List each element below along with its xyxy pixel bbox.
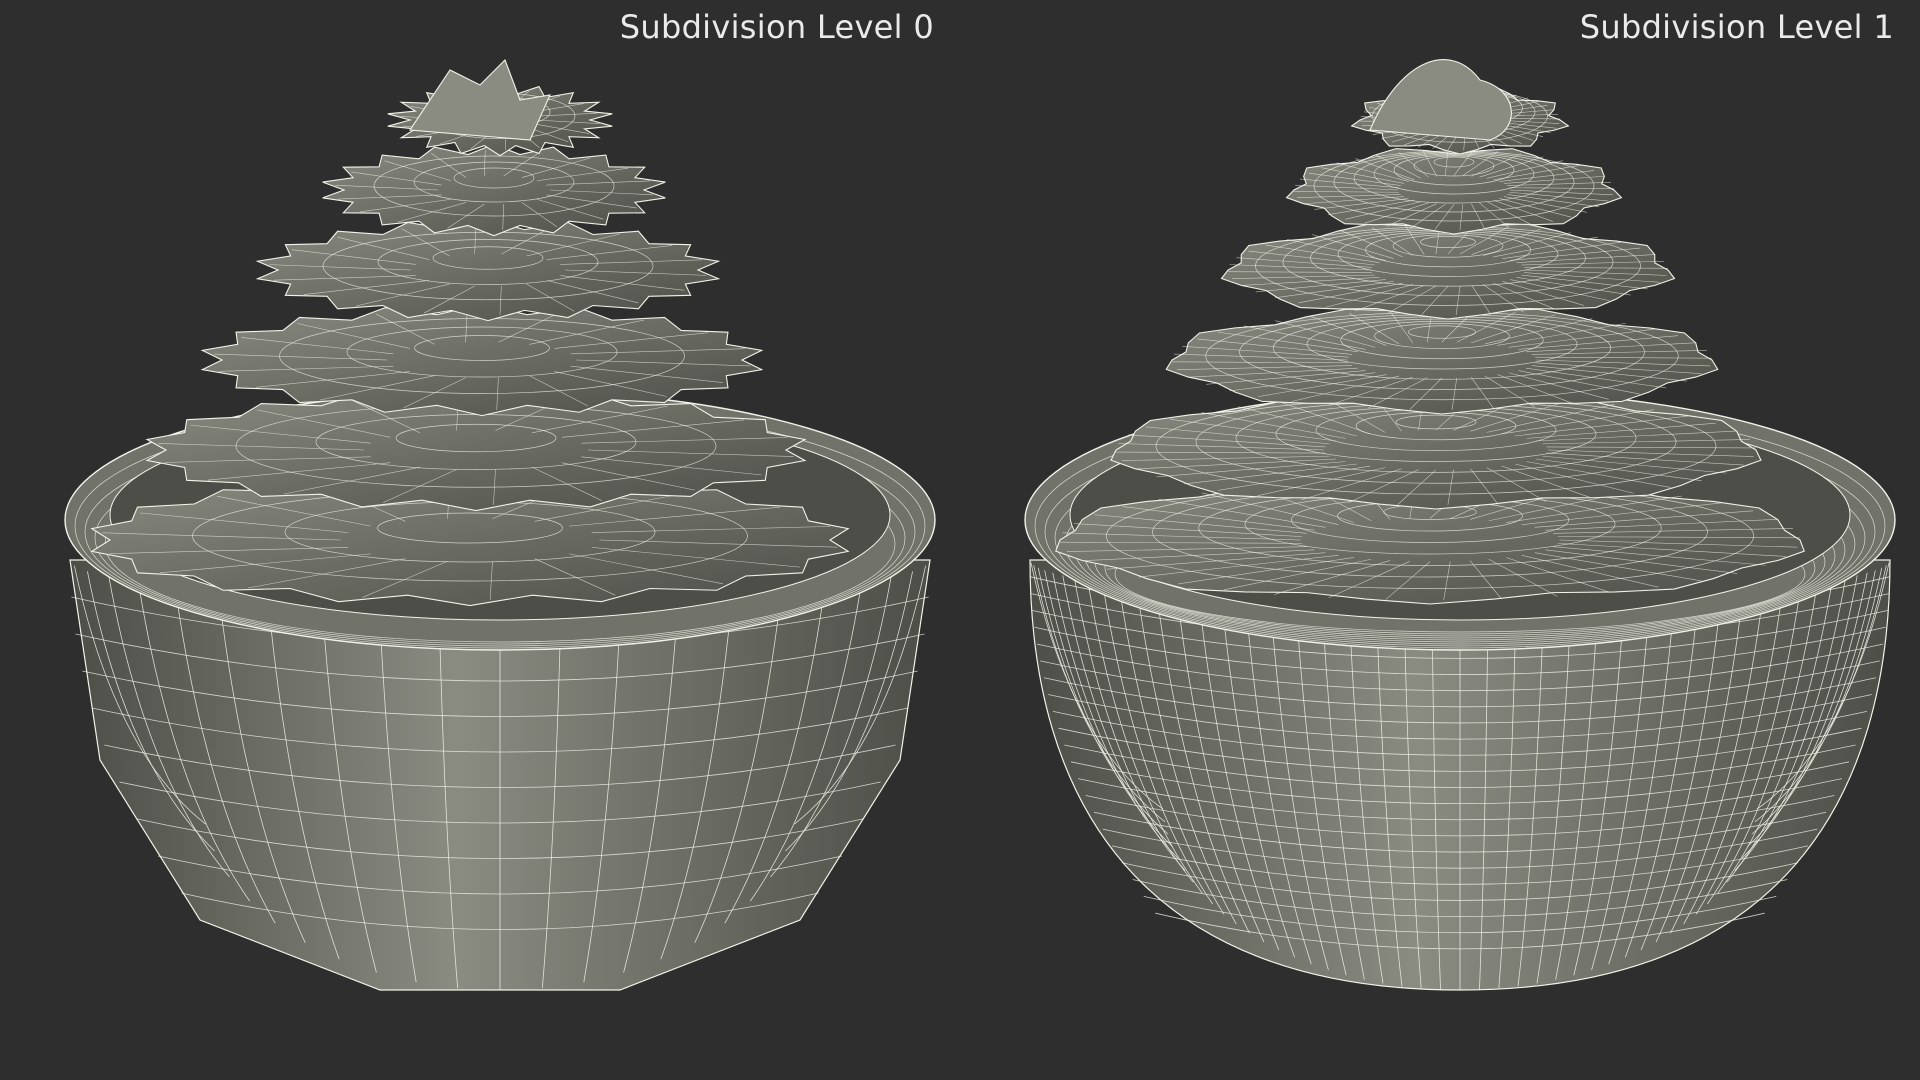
cream-tier <box>1165 308 1719 415</box>
panel-title-level-0: Subdivision Level 0 <box>619 8 934 46</box>
panel-subdivision-level-0: Subdivision Level 0 <box>0 0 960 1080</box>
cream-tier <box>200 303 764 417</box>
cream-peak <box>1369 59 1512 141</box>
render-viewport-level-0 <box>64 59 936 991</box>
panel-title-level-1: Subdivision Level 1 <box>1579 8 1894 46</box>
mesh-model <box>1024 59 1896 991</box>
render-viewport-level-1 <box>1024 59 1896 991</box>
mesh-model <box>64 59 936 991</box>
cream-peak <box>409 59 551 141</box>
cream-tier <box>322 143 666 237</box>
panel-subdivision-level-1: Subdivision Level 1 <box>960 0 1920 1080</box>
cream-tier <box>255 218 721 322</box>
